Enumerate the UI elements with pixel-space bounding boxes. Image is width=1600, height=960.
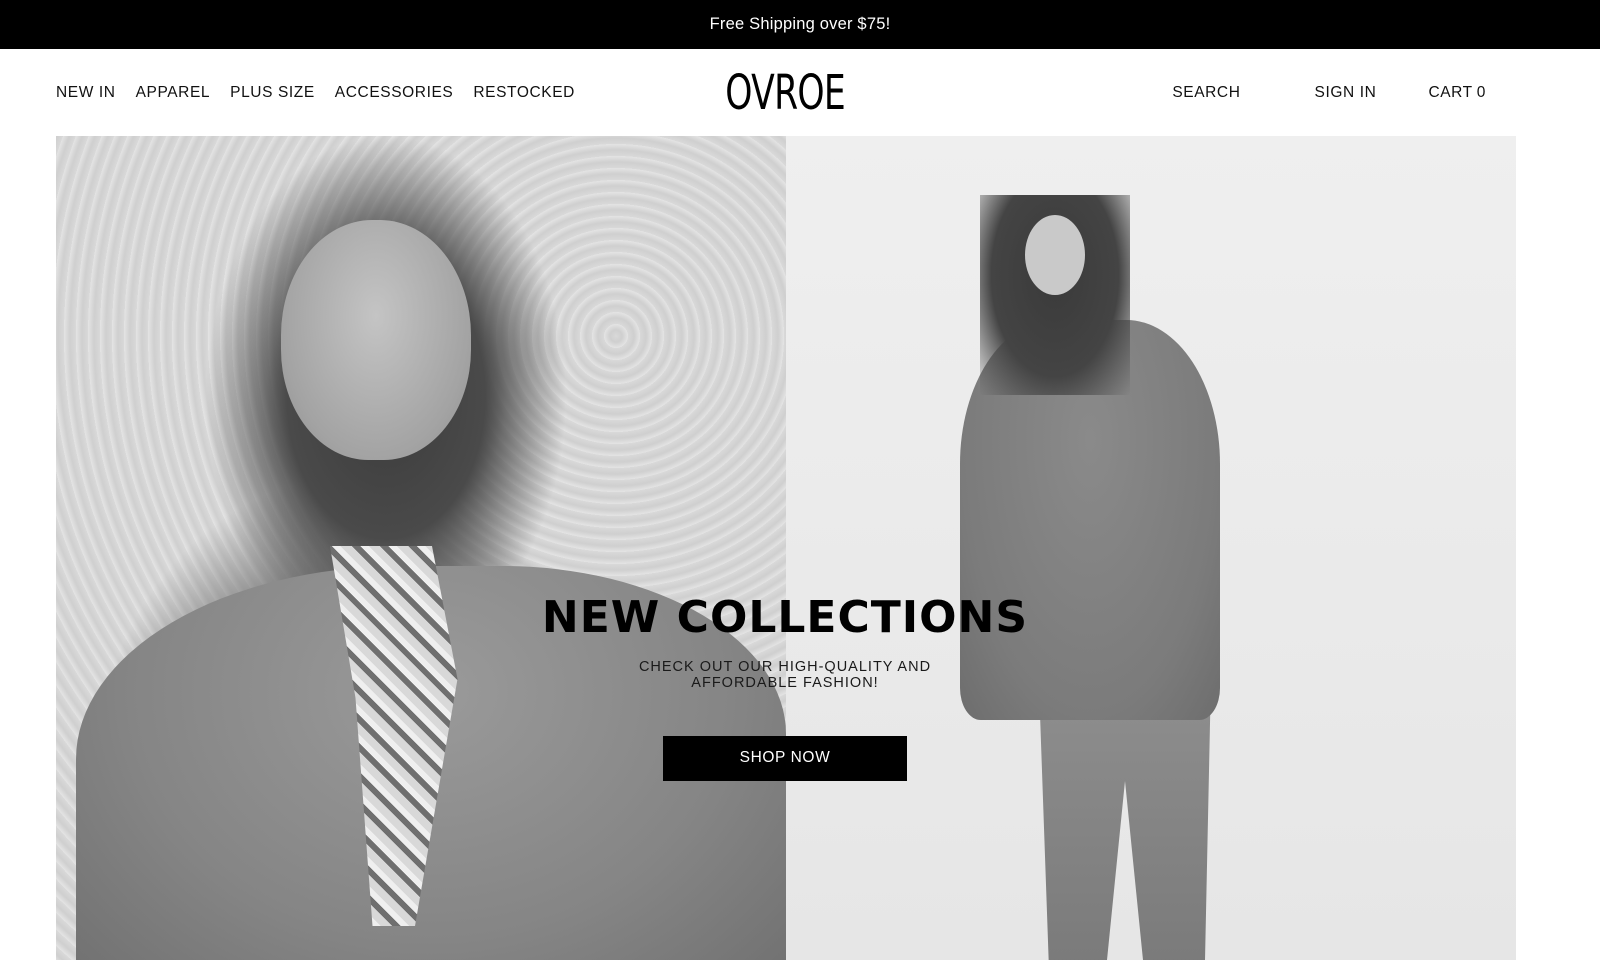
nav-item-accessories[interactable]: ACCESSORIES: [335, 84, 454, 102]
hero-subtitle: CHECK OUT OUR HIGH-QUALITY AND AFFORDABL…: [638, 658, 932, 691]
nav-item-apparel[interactable]: APPAREL: [136, 84, 211, 102]
site-logo[interactable]: OVROE: [725, 69, 845, 117]
announcement-text: Free Shipping over $75!: [709, 15, 891, 33]
utility-nav: SEARCH SIGN IN CART 0: [1172, 49, 1486, 136]
nav-item-new-in[interactable]: NEW IN: [56, 84, 116, 102]
search-link[interactable]: SEARCH: [1172, 84, 1240, 102]
cart-label: CART: [1428, 83, 1473, 101]
sign-in-link[interactable]: SIGN IN: [1315, 84, 1377, 102]
hero-title: NEW COLLECTIONS: [541, 592, 1029, 643]
left-model-face: [281, 220, 471, 460]
announcement-bar: Free Shipping over $75!: [0, 0, 1600, 49]
cart-link[interactable]: CART 0: [1428, 84, 1486, 102]
nav-item-restocked[interactable]: RESTOCKED: [473, 84, 575, 102]
site-header: NEW IN APPAREL PLUS SIZE ACCESSORIES RES…: [0, 49, 1600, 136]
right-model-face: [1025, 215, 1085, 295]
nav-item-plus-size[interactable]: PLUS SIZE: [230, 84, 315, 102]
shop-now-button[interactable]: SHOP NOW: [663, 735, 907, 781]
main-nav: NEW IN APPAREL PLUS SIZE ACCESSORIES RES…: [56, 49, 575, 136]
cart-count: 0: [1476, 83, 1486, 101]
